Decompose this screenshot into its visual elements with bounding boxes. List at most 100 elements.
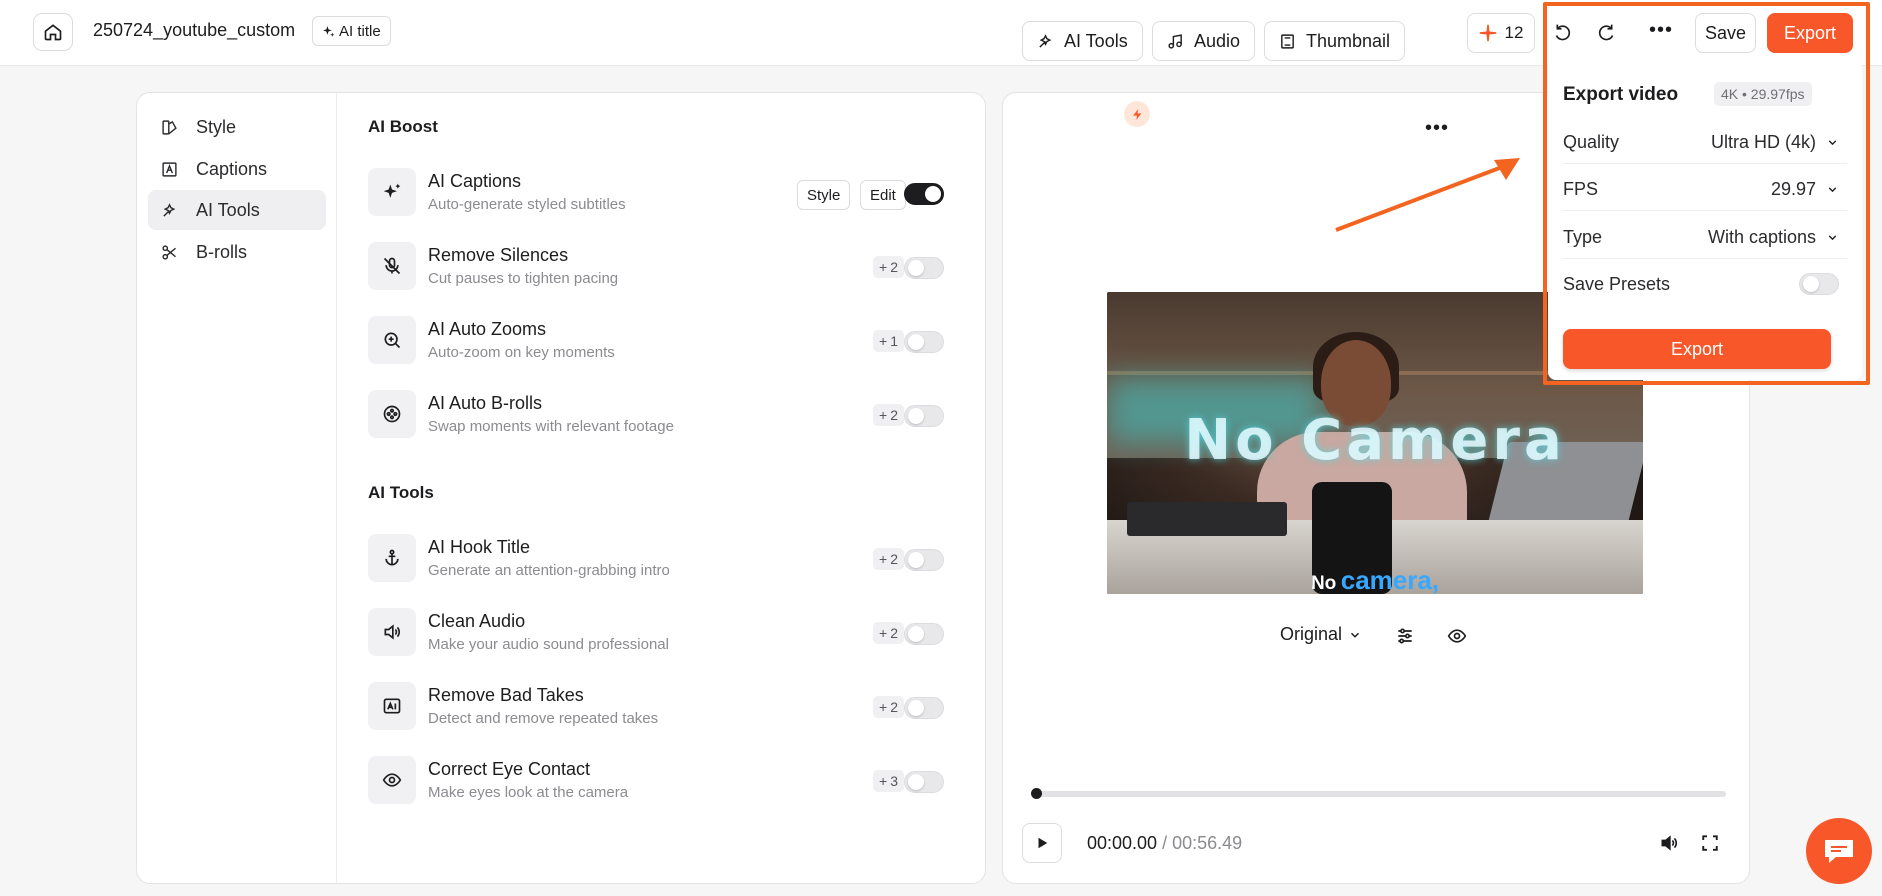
nav-label: AI Tools (196, 199, 260, 220)
tab-audio[interactable]: Audio (1152, 21, 1256, 61)
tool-row-ai-auto-zooms: AI Auto Zooms Auto-zoom on key moments +… (368, 312, 958, 368)
ai-tools-icon (1039, 33, 1052, 48)
aspect-ratio-select[interactable]: Original (1280, 624, 1362, 645)
type-select[interactable]: With captions (1708, 227, 1839, 248)
timeline-scrubber[interactable] (1034, 791, 1726, 797)
section-heading-ai-boost: AI Boost (368, 117, 438, 136)
caption-style-button[interactable]: Style (797, 180, 851, 210)
tool-desc: Make your audio sound professional (428, 636, 669, 653)
popover-export-button[interactable]: Export (1563, 329, 1831, 369)
tab-label: Audio (1194, 30, 1241, 51)
eye-icon[interactable] (1446, 625, 1468, 647)
sparkle-icon (323, 25, 335, 37)
captions-icon (160, 160, 178, 178)
fps-select[interactable]: 29.97 (1771, 179, 1839, 200)
quality-row[interactable]: Quality Ultra HD (4k) (1563, 118, 1847, 164)
total-time: 00:56.49 (1172, 833, 1243, 853)
quality-label: Quality (1563, 132, 1620, 152)
plus-spark-icon: + (879, 625, 888, 641)
tab-ai-tools[interactable]: AI Tools (1022, 21, 1143, 61)
tool-row-ai-captions: AI Captions Auto-generate styled subtitl… (368, 164, 958, 220)
section-heading-ai-tools: AI Tools (368, 483, 434, 502)
video-overlay-text: No Camera (1184, 408, 1566, 473)
popover-title: Export video (1563, 84, 1679, 105)
playhead-handle[interactable] (1031, 788, 1042, 799)
nav-item-ai-tools[interactable]: AI Tools (148, 190, 326, 230)
save-presets-row: Save Presets (1563, 260, 1847, 306)
tool-name: AI Auto Zooms (428, 319, 547, 339)
correct-eye-contact-toggle[interactable] (904, 771, 944, 793)
tool-row-ai-auto-b-rolls: AI Auto B-rolls Swap moments with releva… (368, 386, 958, 442)
clean-audio-toggle[interactable] (904, 623, 944, 645)
more-options-icon[interactable]: ••• (1425, 117, 1449, 140)
ai-title-button[interactable]: AI title (312, 16, 391, 46)
book-icon (1281, 33, 1294, 49)
nav-label: Style (196, 116, 237, 137)
plus-spark-icon: + (879, 259, 888, 275)
redo-icon (1598, 24, 1614, 41)
credit-cost: +2 (873, 622, 904, 644)
tool-name: AI Captions (428, 171, 522, 191)
credits-button[interactable]: 12 (1467, 13, 1535, 53)
tab-thumbnail[interactable]: Thumbnail (1264, 21, 1406, 61)
save-presets-label: Save Presets (1563, 274, 1671, 294)
tool-row-ai-hook-title: AI Hook Title Generate an attention-grab… (368, 530, 958, 586)
more-options-icon[interactable]: ••• (1649, 19, 1673, 42)
tool-desc: Auto-generate styled subtitles (428, 196, 626, 213)
mic-off-icon (368, 242, 416, 290)
ai-auto-zooms-toggle[interactable] (904, 331, 944, 353)
quality-select[interactable]: Ultra HD (4k) (1711, 132, 1839, 153)
video-mixer (1127, 502, 1287, 536)
fps-row[interactable]: FPS 29.97 (1563, 165, 1847, 211)
tool-desc: Generate an attention-grabbing intro (428, 562, 670, 579)
remove-silences-toggle[interactable] (904, 257, 944, 279)
tab-label: AI Tools (1064, 30, 1128, 51)
remove-bad-takes-toggle[interactable] (904, 697, 944, 719)
nav-label: Captions (196, 158, 268, 179)
redo-button[interactable] (1590, 18, 1620, 48)
tool-desc: Detect and remove repeated takes (428, 710, 659, 727)
caption-edit-button[interactable]: Edit (860, 180, 906, 210)
volume-icon[interactable] (1658, 832, 1680, 854)
chat-icon (1825, 840, 1853, 863)
ai-captions-toggle[interactable] (904, 183, 944, 205)
ai-auto-b-rolls-toggle[interactable] (904, 405, 944, 427)
chevron-down-icon (1828, 140, 1837, 146)
anchor-icon (368, 534, 416, 582)
tool-name: AI Auto B-rolls (428, 393, 543, 413)
plus-spark-icon: + (879, 333, 888, 349)
tab-label: Thumbnail (1306, 30, 1391, 51)
type-row[interactable]: Type With captions (1563, 213, 1847, 259)
export-popover: Export video 4K • 29.97fps Quality Ultra… (1548, 62, 1862, 380)
tool-name: Clean Audio (428, 611, 526, 631)
undo-button[interactable] (1549, 18, 1579, 48)
undo-icon (1555, 24, 1571, 41)
annotation-arrow (1335, 158, 1520, 232)
nav-item-captions[interactable]: Captions (148, 149, 326, 189)
plus-spark-icon: + (879, 407, 888, 423)
save-button[interactable]: Save (1695, 13, 1756, 53)
save-presets-toggle[interactable] (1799, 273, 1839, 295)
tool-desc: Cut pauses to tighten pacing (428, 270, 619, 287)
nav-item-b-rolls[interactable]: B-rolls (148, 232, 326, 272)
caption-word: No (1310, 573, 1337, 594)
ai-title-label: AI title (339, 22, 381, 40)
playback-time: 00:00.00 / 00:56.49 (1087, 833, 1242, 854)
plus-spark-icon: + (879, 773, 888, 789)
credit-cost: +3 (873, 770, 904, 792)
project-title[interactable]: 250724_youtube_custom (93, 20, 295, 41)
ai-hook-title-toggle[interactable] (904, 549, 944, 571)
fullscreen-icon[interactable] (1699, 832, 1721, 854)
export-button[interactable]: Export (1767, 13, 1853, 53)
chevron-down-icon (1828, 235, 1837, 241)
chat-support-button[interactable] (1806, 818, 1872, 884)
caption-word-highlighted: camera, (1340, 565, 1440, 594)
tool-name: Correct Eye Contact (428, 759, 591, 779)
home-button[interactable] (33, 13, 73, 51)
home-icon (44, 24, 62, 41)
sliders-icon[interactable] (1394, 625, 1416, 647)
play-icon (1038, 837, 1048, 849)
play-button[interactable] (1022, 823, 1062, 863)
fps-value: 29.97 (1770, 179, 1816, 199)
nav-item-style[interactable]: Style (148, 107, 326, 147)
